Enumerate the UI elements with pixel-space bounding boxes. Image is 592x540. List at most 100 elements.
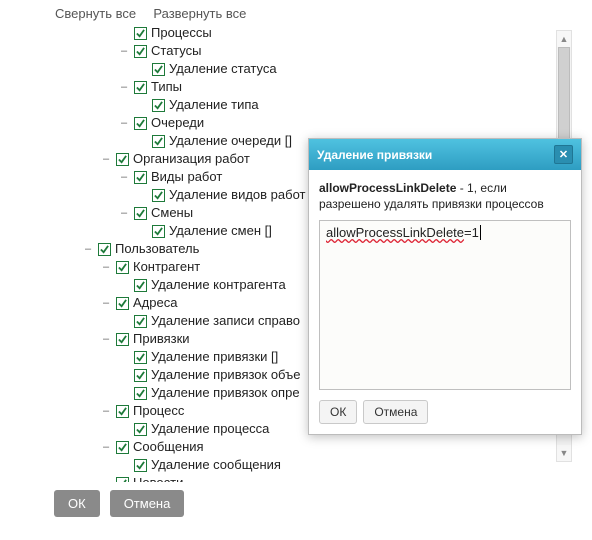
tree-spacer bbox=[136, 135, 148, 147]
tree-spacer bbox=[136, 63, 148, 75]
tree-label[interactable]: Типы bbox=[151, 78, 182, 96]
tree-label[interactable]: Виды работ bbox=[151, 168, 222, 186]
tree-checkbox[interactable] bbox=[152, 135, 165, 148]
tree-checkbox[interactable] bbox=[134, 315, 147, 328]
tree-label[interactable]: Новости bbox=[133, 474, 183, 482]
tree-label[interactable]: Удаление видов работ bbox=[169, 186, 305, 204]
tree-spacer bbox=[118, 459, 130, 471]
tree-checkbox[interactable] bbox=[134, 459, 147, 472]
tree-label[interactable]: Пользователь bbox=[115, 240, 199, 258]
collapse-icon[interactable]: – bbox=[100, 261, 112, 273]
tree-checkbox[interactable] bbox=[152, 63, 165, 76]
tree-spacer bbox=[136, 225, 148, 237]
tree-row: – Сообщения bbox=[10, 438, 560, 456]
scroll-down-button[interactable]: ▼ bbox=[557, 445, 571, 461]
tree-row: Удаление сообщения bbox=[10, 456, 560, 474]
tree-label[interactable]: Очереди bbox=[151, 114, 204, 132]
tree-label[interactable]: Удаление записи справо bbox=[151, 312, 300, 330]
tree-label[interactable]: Удаление привязок объе bbox=[151, 366, 300, 384]
tree-spacer bbox=[136, 189, 148, 201]
tree-checkbox[interactable] bbox=[116, 441, 129, 454]
cancel-button[interactable]: Отмена bbox=[110, 490, 185, 517]
edit-dialog: Удаление привязки ✕ allowProcessLinkDele… bbox=[308, 138, 582, 435]
dialog-textarea[interactable]: allowProcessLinkDelete=1 bbox=[319, 220, 571, 390]
dialog-titlebar[interactable]: Удаление привязки ✕ bbox=[309, 139, 581, 170]
tree-checkbox[interactable] bbox=[134, 45, 147, 58]
tree-checkbox[interactable] bbox=[134, 387, 147, 400]
tree-label[interactable]: Смены bbox=[151, 204, 193, 222]
collapse-icon[interactable]: – bbox=[100, 405, 112, 417]
close-icon[interactable]: ✕ bbox=[554, 145, 573, 164]
collapse-icon[interactable]: – bbox=[100, 477, 112, 482]
tree-spacer bbox=[118, 387, 130, 399]
expand-all-link[interactable]: Развернуть все bbox=[153, 6, 246, 21]
tree-label[interactable]: Процессы bbox=[151, 24, 212, 42]
tree-spacer bbox=[118, 423, 130, 435]
collapse-icon[interactable]: – bbox=[100, 333, 112, 345]
tree-checkbox[interactable] bbox=[134, 117, 147, 130]
tree-row: – Типы bbox=[10, 78, 560, 96]
tree-label[interactable]: Удаление процесса bbox=[151, 420, 269, 438]
tree-row: Удаление статуса bbox=[10, 60, 560, 78]
tree-spacer bbox=[118, 351, 130, 363]
tree-row: – Очереди bbox=[10, 114, 560, 132]
tree-checkbox[interactable] bbox=[134, 351, 147, 364]
collapse-icon[interactable]: – bbox=[100, 441, 112, 453]
tree-label[interactable]: Удаление привязки [] bbox=[151, 348, 278, 366]
tree-label[interactable]: Организация работ bbox=[133, 150, 250, 168]
tree-spacer bbox=[118, 315, 130, 327]
tree-checkbox[interactable] bbox=[152, 99, 165, 112]
tree-spacer bbox=[136, 99, 148, 111]
tree-label[interactable]: Процесс bbox=[133, 402, 184, 420]
dialog-cancel-button[interactable]: Отмена bbox=[363, 400, 428, 424]
collapse-icon[interactable]: – bbox=[82, 243, 94, 255]
tree-checkbox[interactable] bbox=[116, 477, 129, 483]
tree-label[interactable]: Статусы bbox=[151, 42, 201, 60]
tree-label[interactable]: Удаление контрагента bbox=[151, 276, 286, 294]
tree-label[interactable]: Удаление сообщения bbox=[151, 456, 281, 474]
dialog-title: Удаление привязки bbox=[317, 148, 432, 162]
tree-checkbox[interactable] bbox=[98, 243, 111, 256]
tree-checkbox[interactable] bbox=[116, 333, 129, 346]
tree-checkbox[interactable] bbox=[134, 81, 147, 94]
tree-label[interactable]: Удаление статуса bbox=[169, 60, 277, 78]
collapse-icon[interactable]: – bbox=[118, 81, 130, 93]
ok-button[interactable]: ОК bbox=[54, 490, 100, 517]
tree-label[interactable]: Удаление смен [] bbox=[169, 222, 272, 240]
scroll-up-button[interactable]: ▲ bbox=[557, 31, 571, 47]
tree-label[interactable]: Удаление типа bbox=[169, 96, 259, 114]
tree-checkbox[interactable] bbox=[116, 297, 129, 310]
tree-checkbox[interactable] bbox=[134, 207, 147, 220]
tree-spacer bbox=[118, 369, 130, 381]
tree-label[interactable]: Адреса bbox=[133, 294, 177, 312]
tree-label[interactable]: Сообщения bbox=[133, 438, 204, 456]
tree-checkbox[interactable] bbox=[152, 225, 165, 238]
collapse-icon[interactable]: – bbox=[118, 207, 130, 219]
tree-checkbox[interactable] bbox=[116, 261, 129, 274]
tree-checkbox[interactable] bbox=[134, 171, 147, 184]
tree-checkbox[interactable] bbox=[116, 405, 129, 418]
collapse-icon[interactable]: – bbox=[118, 117, 130, 129]
tree-checkbox[interactable] bbox=[134, 423, 147, 436]
tree-row: Процессы bbox=[10, 24, 560, 42]
tree-checkbox[interactable] bbox=[116, 153, 129, 166]
tree-label[interactable]: Привязки bbox=[133, 330, 190, 348]
collapse-all-link[interactable]: Свернуть все bbox=[55, 6, 136, 21]
tree-spacer bbox=[118, 279, 130, 291]
collapse-icon[interactable]: – bbox=[118, 45, 130, 57]
tree-checkbox[interactable] bbox=[134, 279, 147, 292]
tree-checkbox[interactable] bbox=[152, 189, 165, 202]
tree-label[interactable]: Удаление привязок опре bbox=[151, 384, 300, 402]
dialog-ok-button[interactable]: ОК bbox=[319, 400, 357, 424]
collapse-icon[interactable]: – bbox=[100, 297, 112, 309]
tree-row: Удаление типа bbox=[10, 96, 560, 114]
tree-row: – Новости bbox=[10, 474, 560, 482]
tree-label[interactable]: Контрагент bbox=[133, 258, 200, 276]
tree-spacer bbox=[118, 27, 130, 39]
tree-checkbox[interactable] bbox=[134, 369, 147, 382]
dialog-description: allowProcessLinkDelete - 1, если разреше… bbox=[319, 180, 571, 212]
tree-checkbox[interactable] bbox=[134, 27, 147, 40]
tree-label[interactable]: Удаление очереди [] bbox=[169, 132, 292, 150]
collapse-icon[interactable]: – bbox=[100, 153, 112, 165]
collapse-icon[interactable]: – bbox=[118, 171, 130, 183]
